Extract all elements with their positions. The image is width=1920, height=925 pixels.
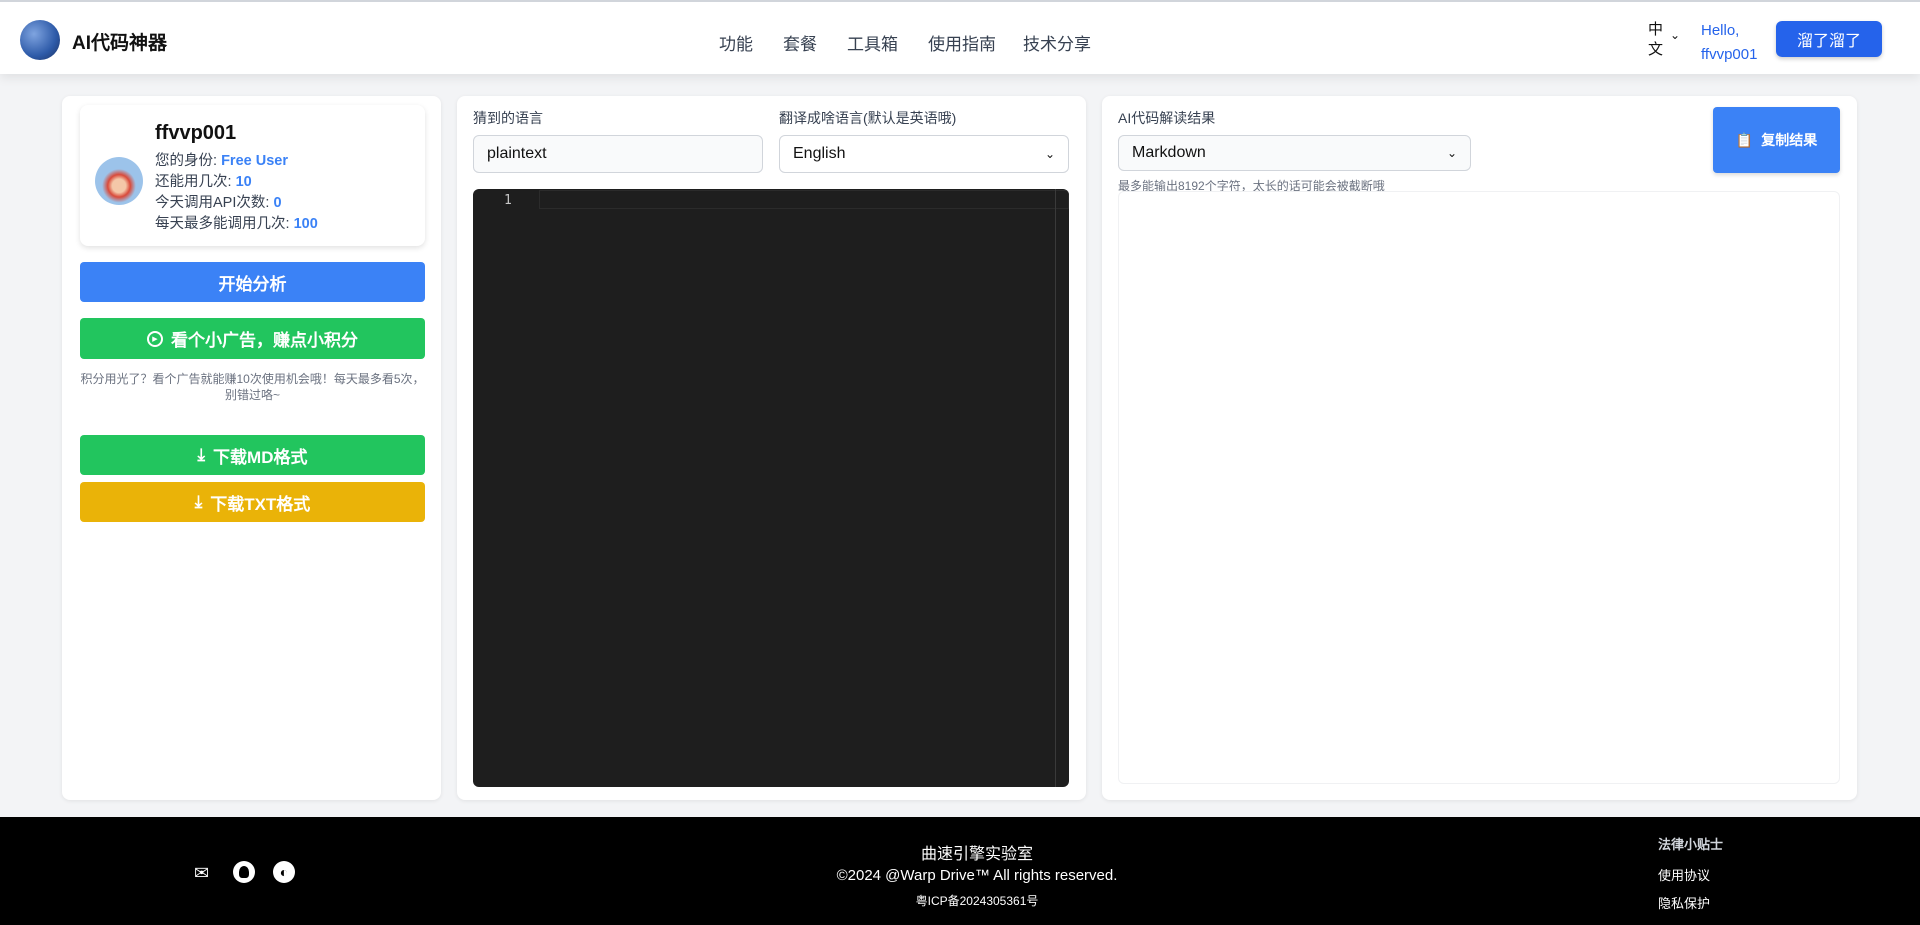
- copy-result-label: 复制结果: [1761, 132, 1818, 148]
- ad-note: 积分用光了？看个广告就能赚10次使用机会哦！每天最多看5次，别错过咯~: [80, 372, 425, 402]
- nav-plans[interactable]: 套餐: [783, 30, 817, 55]
- logout-button[interactable]: 溜了溜了: [1776, 21, 1882, 57]
- translate-language-label: 翻译成啥语言(默认是英语哦): [779, 110, 957, 126]
- left-panel: ffvvp001 您的身份: Free User 还能用几次: 10 今天调用A…: [62, 96, 441, 800]
- clipboard-icon: 📋: [1735, 131, 1754, 148]
- nav-features[interactable]: 功能: [719, 30, 753, 55]
- terms-link[interactable]: 使用协议: [1658, 865, 1710, 884]
- result-output-area[interactable]: [1118, 191, 1840, 784]
- download-icon: ⤓: [194, 492, 203, 511]
- download-md-button[interactable]: ⤓ 下载MD格式: [80, 435, 425, 475]
- download-icon: ⤓: [197, 445, 206, 464]
- chevron-down-icon: ⌄: [1446, 146, 1457, 160]
- daily-max-label: 每天最多能调用几次:: [155, 216, 294, 232]
- today-value: 0: [273, 195, 282, 211]
- line-number: 1: [504, 193, 512, 208]
- identity-value: Free User: [221, 153, 288, 169]
- current-line-highlight: [539, 190, 1069, 209]
- profile-card: ffvvp001 您的身份: Free User 还能用几次: 10 今天调用A…: [80, 105, 425, 246]
- footer-icp[interactable]: 粤ICP备2024305361号: [777, 892, 1177, 909]
- greeting-username: ffvvp001: [1701, 46, 1758, 63]
- output-format-select[interactable]: Markdown ⌄: [1118, 135, 1471, 171]
- copy-result-button[interactable]: 📋 复制结果: [1713, 107, 1840, 173]
- translate-language-value: English: [793, 145, 846, 162]
- legal-title: 法律小贴士: [1658, 837, 1724, 852]
- chevron-down-icon: ⌄: [1044, 147, 1055, 161]
- mail-icon[interactable]: ✉: [194, 863, 209, 884]
- result-label: AI代码解读结果: [1118, 110, 1216, 126]
- top-nav: AI代码神器 功能 套餐 工具箱 使用指南 技术分享 中文 ⌄ Hello, ff…: [0, 0, 1920, 74]
- footer-copyright: ©2024 @Warp Drive™ All rights reserved.: [836, 867, 1118, 884]
- brand-title[interactable]: AI代码神器: [72, 28, 167, 55]
- logo-icon[interactable]: [20, 20, 60, 60]
- daily-max-value: 100: [293, 216, 318, 232]
- footer: ✉ ◐ 曲速引擎实验室 ©2024 @Warp Drive™ All right…: [0, 817, 1920, 925]
- detected-language-label: 猜到的语言: [473, 110, 543, 126]
- today-label: 今天调用API次数:: [155, 195, 274, 211]
- remaining-label: 还能用几次:: [155, 174, 236, 190]
- profile-stats: 您的身份: Free User 还能用几次: 10 今天调用API次数: 0 每…: [155, 151, 318, 235]
- translate-language-select[interactable]: English ⌄: [779, 135, 1069, 173]
- analyze-button[interactable]: 开始分析: [80, 262, 425, 302]
- download-txt-label: 下载TXT格式: [210, 494, 311, 514]
- remaining-value: 10: [235, 174, 252, 190]
- detected-language-input[interactable]: plaintext: [473, 135, 763, 173]
- privacy-link[interactable]: 隐私保护: [1658, 893, 1710, 912]
- watch-ad-label: 看个小广告，赚点小积分: [171, 331, 358, 350]
- footer-org: 曲速引擎实验室: [920, 846, 1033, 863]
- play-circle-icon: ▶: [147, 330, 163, 347]
- watch-ad-button[interactable]: ▶ 看个小广告，赚点小积分: [80, 318, 425, 359]
- output-format-value: Markdown: [1132, 144, 1206, 161]
- editor-scrollbar[interactable]: [1055, 189, 1056, 787]
- chevron-down-icon[interactable]: ⌄: [1670, 28, 1680, 42]
- identity-label: 您的身份:: [155, 153, 222, 169]
- nav-guide[interactable]: 使用指南: [928, 30, 996, 55]
- detected-language-value: plaintext: [487, 145, 547, 162]
- code-editor[interactable]: 1: [473, 189, 1069, 787]
- editor-panel: 猜到的语言 plaintext 翻译成啥语言(默认是英语哦) English ⌄ …: [457, 96, 1086, 800]
- hello-text: Hello,: [1701, 22, 1740, 39]
- download-md-label: 下载MD格式: [213, 447, 308, 467]
- language-select[interactable]: 中文: [1648, 20, 1664, 60]
- nav-tech-share[interactable]: 技术分享: [1023, 30, 1091, 55]
- profile-name: ffvvp001: [155, 122, 237, 144]
- result-panel: AI代码解读结果 Markdown ⌄ 最多能输出8192个字符，太长的话可能会被…: [1102, 96, 1857, 800]
- github-icon[interactable]: [233, 861, 255, 883]
- user-greeting[interactable]: Hello, ffvvp001: [1701, 19, 1757, 67]
- nav-toolbox[interactable]: 工具箱: [847, 30, 898, 55]
- globe-icon[interactable]: ◐: [273, 861, 295, 883]
- download-txt-button[interactable]: ⤓ 下载TXT格式: [80, 482, 425, 522]
- avatar: [95, 157, 143, 205]
